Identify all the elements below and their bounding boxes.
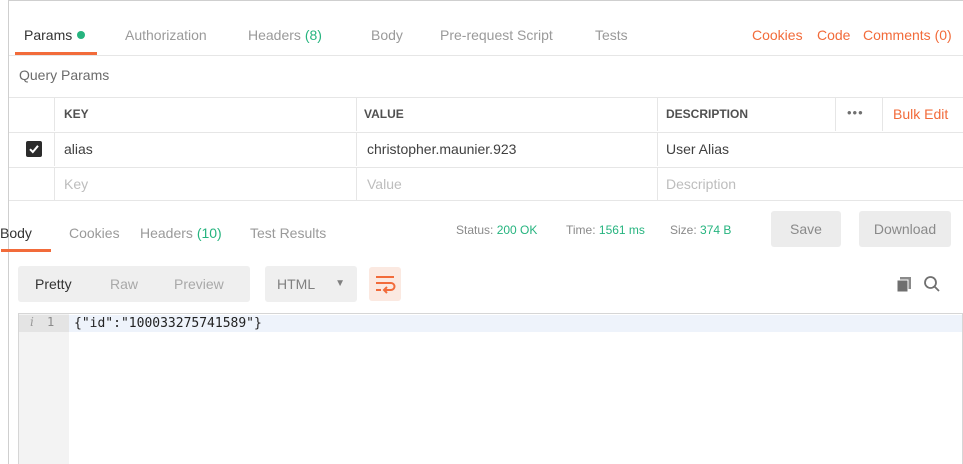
response-body-editor[interactable]: i 1 {"id":"100033275741589"} — [18, 313, 963, 464]
cookies-link[interactable]: Cookies — [752, 27, 803, 43]
response-code: {"id":"100033275741589"} — [74, 316, 262, 331]
response-tab-test-results[interactable]: Test Results — [250, 225, 326, 241]
line-gutter — [19, 314, 69, 464]
tab-body[interactable]: Body — [371, 27, 403, 43]
time-label: Time: — [566, 223, 596, 237]
size-label: Size: — [670, 223, 697, 237]
wrap-lines-button[interactable] — [369, 267, 401, 301]
tab-headers-count: (8) — [304, 27, 322, 43]
more-options-icon[interactable]: ••• — [847, 98, 864, 131]
param-value-input[interactable]: christopher.maunier.923 — [367, 133, 516, 166]
new-description-input[interactable]: Description — [666, 168, 736, 201]
download-response-button[interactable]: Download — [859, 211, 951, 247]
view-raw[interactable]: Raw — [110, 266, 138, 302]
tab-authorization[interactable]: Authorization — [125, 27, 207, 43]
status-value: 200 OK — [496, 223, 538, 237]
table-row-empty: Key Value Description — [9, 167, 963, 201]
tab-tests[interactable]: Tests — [595, 27, 628, 43]
search-icon[interactable] — [923, 275, 941, 296]
line-number: 1 — [47, 315, 55, 329]
column-header-description: DESCRIPTION — [666, 107, 749, 121]
tab-params-label: Params — [24, 27, 73, 43]
code-link[interactable]: Code — [817, 27, 850, 43]
info-icon: i — [30, 315, 34, 329]
size-value: 374 B — [700, 223, 732, 237]
response-status: Status: 200 OK — [456, 223, 537, 237]
column-header-key: KEY — [64, 107, 89, 121]
format-select[interactable]: HTML ▼ — [265, 266, 357, 302]
view-preview[interactable]: Preview — [174, 266, 224, 302]
response-tab-headers-label: Headers — [140, 225, 193, 241]
active-tab-indicator — [15, 52, 97, 55]
tab-pre-request-script[interactable]: Pre-request Script — [440, 27, 553, 43]
response-time: Time: 1561 ms — [566, 223, 645, 237]
tab-headers-label: Headers — [248, 27, 301, 43]
response-size: Size: 374 B — [670, 223, 731, 237]
response-active-tab-indicator — [1, 249, 51, 252]
response-tab-cookies[interactable]: Cookies — [69, 225, 120, 241]
view-mode-switcher: Pretty Raw Preview — [18, 266, 250, 302]
time-value: 1561 ms — [598, 223, 645, 237]
response-tab-headers-count: (10) — [196, 225, 222, 241]
checkbox-checked-icon[interactable] — [26, 141, 42, 157]
view-pretty[interactable]: Pretty — [35, 266, 72, 302]
tab-params[interactable]: Params — [24, 27, 86, 43]
query-params-title: Query Params — [19, 67, 110, 83]
tab-headers[interactable]: Headers (8) — [248, 27, 322, 43]
caret-down-icon: ▼ — [335, 278, 345, 289]
wrap-lines-icon — [376, 276, 396, 294]
response-tab-body[interactable]: Body — [0, 225, 32, 241]
request-tab-bar: Params Authorization Headers (8) Body Pr… — [9, 1, 963, 56]
param-key-input[interactable]: alias — [64, 133, 93, 166]
comments-link[interactable]: Comments (0) — [863, 27, 952, 43]
table-row: alias christopher.maunier.923 User Alias — [9, 132, 963, 166]
copy-icon[interactable] — [895, 275, 913, 296]
format-select-value: HTML — [277, 276, 316, 292]
status-dot-icon — [77, 31, 86, 39]
status-label: Status: — [456, 223, 494, 237]
table-header-row: KEY VALUE DESCRIPTION ••• Bulk Edit — [9, 97, 963, 131]
new-value-input[interactable]: Value — [367, 168, 402, 201]
request-panel: Params Authorization Headers (8) Body Pr… — [0, 0, 963, 464]
column-header-value: VALUE — [364, 107, 404, 121]
param-description-input[interactable]: User Alias — [666, 133, 729, 166]
new-key-input[interactable]: Key — [64, 168, 88, 201]
response-tab-headers[interactable]: Headers (10) — [140, 225, 222, 241]
bulk-edit-button[interactable]: Bulk Edit — [893, 98, 948, 131]
save-response-button[interactable]: Save — [771, 211, 841, 247]
